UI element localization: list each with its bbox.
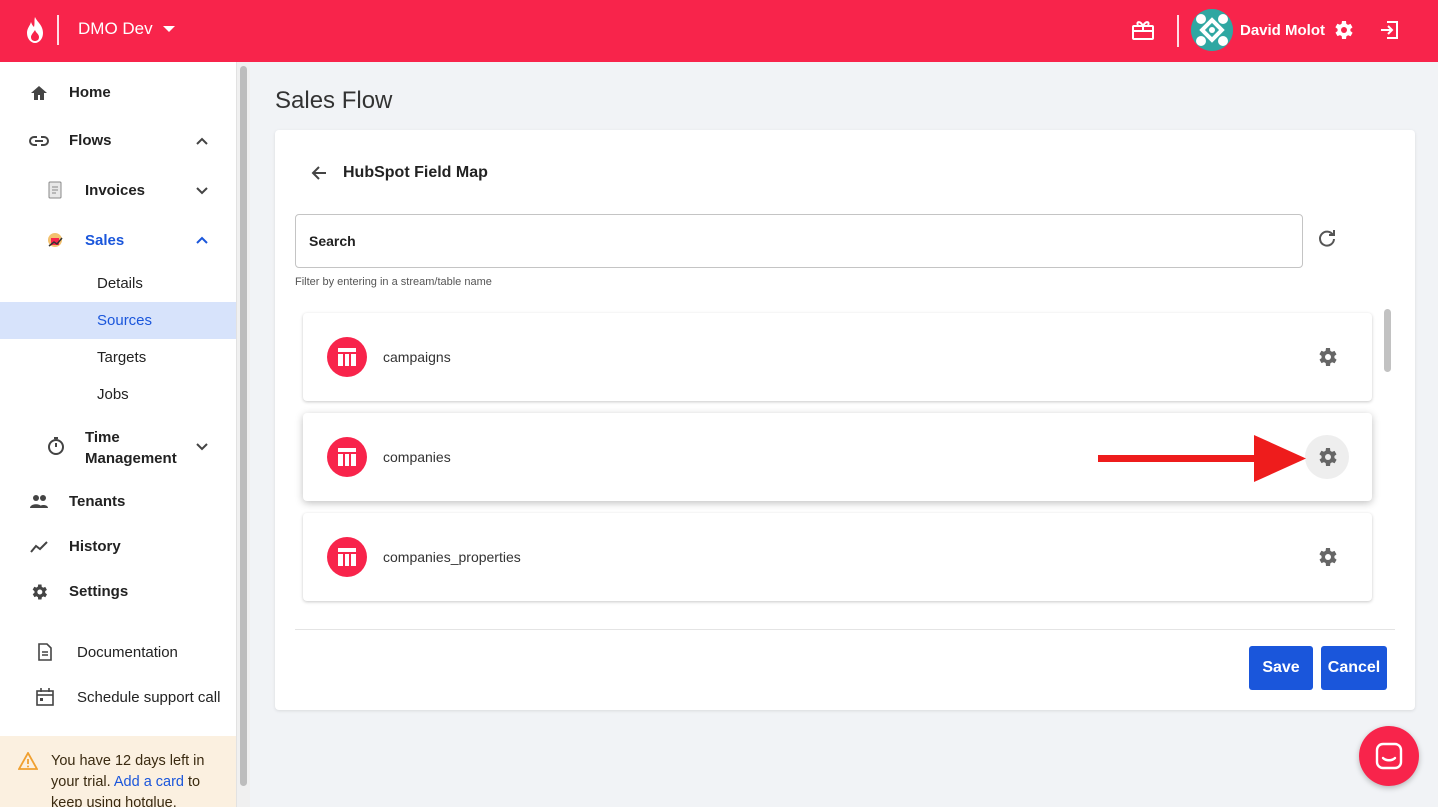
- add-card-link[interactable]: Add a card: [114, 774, 184, 790]
- avatar[interactable]: [1191, 9, 1233, 51]
- gear-icon: [1319, 448, 1337, 466]
- gear-icon: [32, 584, 47, 600]
- sidebar-item-label: Jobs: [97, 386, 129, 403]
- document-icon: [38, 643, 52, 661]
- stream-settings-button[interactable]: [1305, 335, 1349, 379]
- trend-line-icon: [30, 541, 48, 553]
- sidebar-item-invoices[interactable]: Invoices: [0, 175, 236, 205]
- sidebar-item-tenants[interactable]: Tenants: [0, 486, 236, 516]
- trial-message: You have 12 days left in your trial. Add…: [51, 751, 226, 807]
- cancel-button[interactable]: Cancel: [1321, 646, 1387, 690]
- chevron-up-icon[interactable]: [195, 233, 209, 247]
- sidebar-item-jobs[interactable]: Jobs: [0, 379, 236, 409]
- sidebar-item-label: History: [69, 538, 121, 555]
- top-divider-2: [1177, 15, 1179, 47]
- hotglue-logo[interactable]: [24, 16, 46, 44]
- sidebar-item-schedule-support[interactable]: Schedule support call: [0, 682, 236, 712]
- top-bar: DMO Dev David Molot: [0, 0, 1438, 62]
- top-divider: [57, 15, 59, 45]
- sidebar-item-label: Sales: [85, 232, 125, 249]
- table-icon: [327, 437, 367, 477]
- sidebar-item-label: Schedule support call: [77, 689, 221, 706]
- sidebar-item-label: Sources: [97, 312, 153, 329]
- sidebar-item-label: Tenants: [69, 493, 126, 510]
- stream-row-companies-properties[interactable]: companies_properties: [303, 513, 1372, 601]
- chevron-down-icon[interactable]: [195, 440, 209, 454]
- sales-icon: [48, 233, 63, 247]
- sidebar-item-sales[interactable]: Sales: [0, 225, 236, 255]
- sidebar-item-time-management[interactable]: Time Management: [0, 422, 236, 470]
- sidebar-item-targets[interactable]: Targets: [0, 342, 236, 372]
- sidebar: Home Flows Invoices Sales Details Source…: [0, 62, 236, 807]
- sidebar-item-label: Flows: [69, 132, 112, 149]
- chevron-down-icon[interactable]: [195, 184, 209, 198]
- sidebar-item-label: Details: [97, 275, 143, 292]
- link-icon: [29, 136, 49, 146]
- sidebar-item-documentation[interactable]: Documentation: [0, 637, 236, 667]
- sidebar-item-label: Time Management: [85, 429, 177, 467]
- stream-settings-button[interactable]: [1305, 435, 1349, 479]
- stream-name: companies_properties: [383, 549, 521, 565]
- gear-icon: [1319, 348, 1337, 366]
- people-icon: [30, 495, 48, 508]
- stream-row-campaigns[interactable]: campaigns: [303, 313, 1372, 401]
- sidebar-item-details[interactable]: Details: [0, 268, 236, 298]
- stopwatch-icon: [48, 437, 64, 455]
- gift-icon[interactable]: [1131, 19, 1155, 41]
- sidebar-item-label: Home: [69, 84, 111, 101]
- stream-name: campaigns: [383, 349, 451, 365]
- logout-icon[interactable]: [1378, 18, 1402, 42]
- search-input[interactable]: [295, 214, 1303, 268]
- calendar-icon: [36, 688, 54, 706]
- org-name[interactable]: DMO Dev: [78, 19, 153, 39]
- org-dropdown-caret-icon[interactable]: [163, 26, 175, 32]
- invoice-icon: [48, 181, 62, 199]
- sidebar-item-label: Invoices: [85, 182, 146, 199]
- stream-settings-button[interactable]: [1305, 535, 1349, 579]
- home-icon: [31, 86, 47, 100]
- sidebar-item-history[interactable]: History: [0, 531, 236, 561]
- sidebar-item-label: Targets: [97, 349, 147, 366]
- list-scrollbar-thumb[interactable]: [1384, 309, 1391, 372]
- sidebar-item-sources[interactable]: Sources: [0, 302, 236, 339]
- refresh-icon[interactable]: [1316, 227, 1338, 249]
- table-icon: [327, 337, 367, 377]
- card-title: HubSpot Field Map: [343, 164, 488, 181]
- back-arrow-icon[interactable]: [309, 163, 329, 183]
- sidebar-item-label: Documentation: [77, 644, 178, 661]
- chat-launcher-button[interactable]: [1359, 726, 1419, 786]
- gear-icon: [1319, 548, 1337, 566]
- sidebar-item-home[interactable]: Home: [0, 78, 236, 108]
- user-name[interactable]: David Molot: [1240, 22, 1325, 39]
- sidebar-item-settings[interactable]: Settings: [0, 576, 236, 606]
- page-title: Sales Flow: [275, 87, 393, 114]
- table-icon: [327, 537, 367, 577]
- search-helper-text: Filter by entering in a stream/table nam…: [295, 276, 492, 288]
- annotation-arrow: [1098, 435, 1306, 482]
- chat-icon: [1375, 742, 1403, 770]
- stream-name: companies: [383, 449, 451, 465]
- sidebar-item-flows[interactable]: Flows: [0, 126, 236, 156]
- save-button[interactable]: Save: [1249, 646, 1313, 690]
- card-footer-divider: [295, 629, 1395, 630]
- chevron-up-icon[interactable]: [195, 134, 209, 148]
- sidebar-item-label: Settings: [69, 583, 129, 600]
- settings-gear-icon[interactable]: [1331, 18, 1355, 42]
- sidebar-scrollbar-thumb[interactable]: [240, 66, 247, 786]
- warning-icon: [18, 752, 38, 770]
